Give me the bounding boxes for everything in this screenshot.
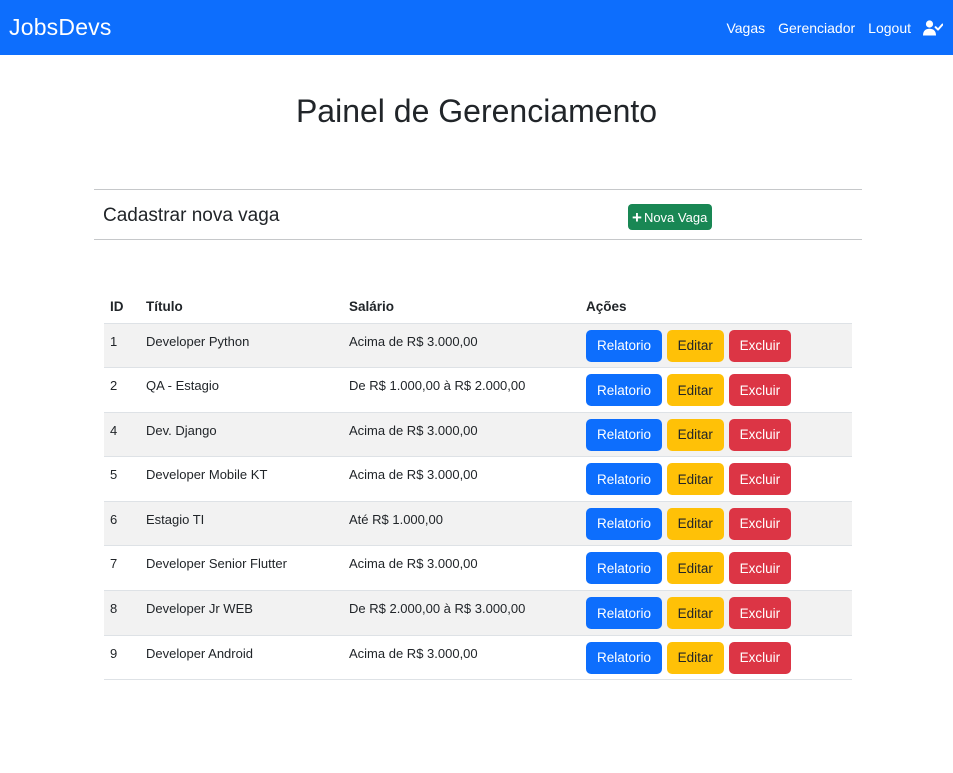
- cell-id: 6: [104, 501, 140, 547]
- cell-id: 4: [104, 412, 140, 458]
- create-job-title: Cadastrar nova vaga: [103, 205, 280, 226]
- cell-title: Developer Android: [140, 635, 343, 681]
- cell-salary: Acima de R$ 3.000,00: [343, 323, 580, 369]
- edit-button[interactable]: Editar: [666, 552, 724, 585]
- cell-salary: De R$ 1.000,00 à R$ 2.000,00: [343, 367, 580, 413]
- new-job-button-label: Nova Vaga: [643, 209, 708, 225]
- cell-title: Developer Python: [140, 323, 343, 369]
- header-salary: Salário: [343, 290, 580, 324]
- table-header-row: ID Título Salário Ações: [104, 290, 852, 324]
- table-row: 7 Developer Senior Flutter Acima de R$ 3…: [104, 545, 852, 592]
- new-job-button[interactable]: + Nova Vaga: [628, 204, 713, 230]
- create-job-panel: Cadastrar nova vaga + Nova Vaga: [94, 189, 862, 240]
- table-row: 6 Estagio TI Até R$ 1.000,00 Relatorio E…: [104, 501, 852, 547]
- table-row: 4 Dev. Django Acima de R$ 3.000,00 Relat…: [104, 412, 852, 458]
- table-row: 2 QA - Estagio De R$ 1.000,00 à R$ 2.000…: [104, 367, 852, 413]
- jobs-table: ID Título Salário Ações 1 Developer Pyth…: [104, 290, 852, 681]
- plus-icon: +: [632, 207, 642, 227]
- cell-title: Estagio TI: [140, 501, 343, 547]
- report-button[interactable]: Relatorio: [586, 463, 663, 496]
- nav-link-logout[interactable]: Logout: [868, 20, 911, 36]
- delete-button[interactable]: Excluir: [728, 418, 792, 451]
- delete-button[interactable]: Excluir: [728, 641, 792, 674]
- edit-button[interactable]: Editar: [666, 641, 724, 674]
- cell-title: Dev. Django: [140, 412, 343, 458]
- cell-id: 9: [104, 635, 140, 681]
- cell-id: 8: [104, 590, 140, 636]
- nav-link-gerenciador[interactable]: Gerenciador: [778, 20, 855, 36]
- header-actions: Ações: [580, 290, 852, 324]
- edit-button[interactable]: Editar: [666, 329, 724, 362]
- delete-button[interactable]: Excluir: [728, 597, 792, 630]
- cell-actions: Relatorio Editar Excluir: [580, 545, 852, 592]
- cell-salary: De R$ 2.000,00 à R$ 3.000,00: [343, 590, 580, 636]
- cell-title: Developer Mobile KT: [140, 456, 343, 502]
- delete-button[interactable]: Excluir: [728, 552, 792, 585]
- cell-salary: Acima de R$ 3.000,00: [343, 412, 580, 458]
- cell-title: Developer Senior Flutter: [140, 545, 343, 592]
- cell-salary: Acima de R$ 3.000,00: [343, 635, 580, 681]
- report-button[interactable]: Relatorio: [586, 641, 663, 674]
- report-button[interactable]: Relatorio: [586, 329, 663, 362]
- cell-actions: Relatorio Editar Excluir: [580, 412, 852, 458]
- cell-id: 1: [104, 323, 140, 369]
- table-row: 8 Developer Jr WEB De R$ 2.000,00 à R$ 3…: [104, 590, 852, 636]
- delete-button[interactable]: Excluir: [728, 374, 792, 407]
- edit-button[interactable]: Editar: [666, 507, 724, 540]
- nav-link-vagas[interactable]: Vagas: [726, 20, 765, 36]
- cell-salary: Acima de R$ 3.000,00: [343, 456, 580, 502]
- cell-actions: Relatorio Editar Excluir: [580, 635, 852, 681]
- cell-id: 5: [104, 456, 140, 502]
- report-button[interactable]: Relatorio: [586, 507, 663, 540]
- table-row: 1 Developer Python Acima de R$ 3.000,00 …: [104, 323, 852, 369]
- cell-title: Developer Jr WEB: [140, 590, 343, 636]
- delete-button[interactable]: Excluir: [728, 463, 792, 496]
- cell-actions: Relatorio Editar Excluir: [580, 456, 852, 502]
- report-button[interactable]: Relatorio: [586, 552, 663, 585]
- cell-id: 7: [104, 545, 140, 592]
- cell-salary: Até R$ 1.000,00: [343, 501, 580, 547]
- delete-button[interactable]: Excluir: [728, 507, 792, 540]
- cell-actions: Relatorio Editar Excluir: [580, 367, 852, 413]
- header-title: Título: [140, 290, 343, 324]
- table-row: 9 Developer Android Acima de R$ 3.000,00…: [104, 635, 852, 681]
- user-check-icon[interactable]: [923, 19, 943, 37]
- cell-id: 2: [104, 367, 140, 413]
- report-button[interactable]: Relatorio: [586, 597, 663, 630]
- edit-button[interactable]: Editar: [666, 597, 724, 630]
- edit-button[interactable]: Editar: [666, 418, 724, 451]
- page-title: Painel de Gerenciamento: [295, 93, 658, 129]
- brand-logo[interactable]: JobsDevs: [9, 14, 112, 41]
- edit-button[interactable]: Editar: [666, 374, 724, 407]
- edit-button[interactable]: Editar: [666, 463, 724, 496]
- cell-actions: Relatorio Editar Excluir: [580, 590, 852, 636]
- nav-links: Vagas Gerenciador Logout: [726, 19, 943, 37]
- cell-actions: Relatorio Editar Excluir: [580, 501, 852, 547]
- report-button[interactable]: Relatorio: [586, 374, 663, 407]
- header-id: ID: [104, 290, 140, 324]
- cell-title: QA - Estagio: [140, 367, 343, 413]
- cell-actions: Relatorio Editar Excluir: [580, 323, 852, 369]
- table-row: 5 Developer Mobile KT Acima de R$ 3.000,…: [104, 456, 852, 502]
- navbar: JobsDevs Vagas Gerenciador Logout: [0, 0, 953, 55]
- delete-button[interactable]: Excluir: [728, 329, 792, 362]
- cell-salary: Acima de R$ 3.000,00: [343, 545, 580, 592]
- report-button[interactable]: Relatorio: [586, 418, 663, 451]
